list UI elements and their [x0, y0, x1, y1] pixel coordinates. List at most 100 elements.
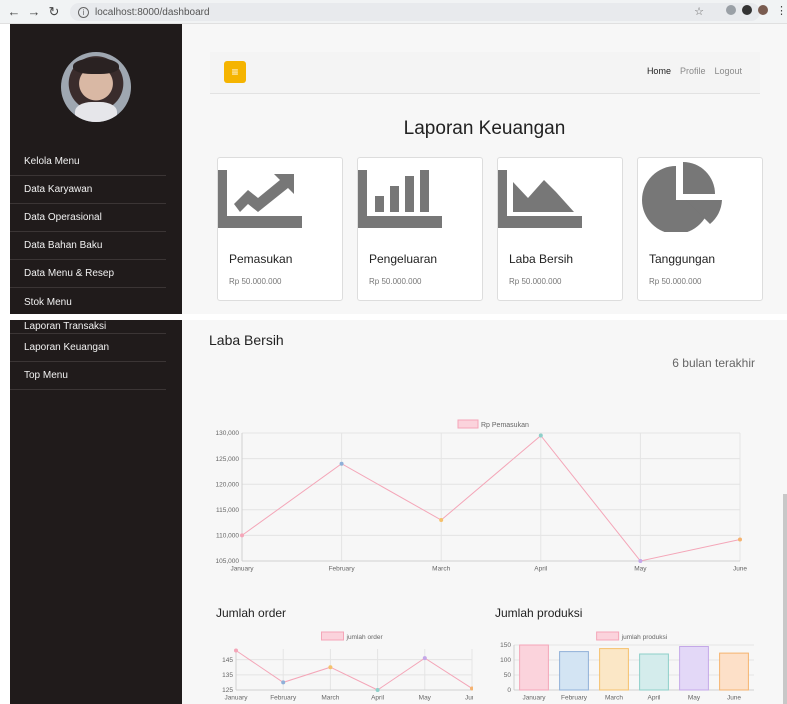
data-point [538, 433, 543, 438]
y-tick-label: 150 [500, 642, 511, 649]
x-tick-label: May [688, 695, 701, 702]
card-value: Rp 50.000.000 [509, 277, 562, 286]
bar [679, 646, 709, 691]
x-tick-label: May [419, 695, 432, 702]
screenshot: ← → ↻ i localhost:8000/dashboard ☆ ⋮ Kel… [0, 0, 787, 704]
url-text: localhost:8000/dashboard [95, 6, 210, 18]
sidebar-item-laporan-keuangan[interactable]: Laporan Keuangan [10, 334, 166, 362]
sidebar-menu-bottom: Laporan Transaksi Laporan Keuangan Top M… [10, 320, 182, 390]
data-point [738, 537, 742, 542]
x-tick-label: February [270, 695, 297, 702]
screenshot-gap [0, 314, 787, 320]
card-laba-bersih[interactable]: Laba Bersih Rp 50.000.000 [497, 157, 623, 301]
sidebar-item-laporan-transaksi[interactable]: Laporan Transaksi [10, 320, 166, 334]
sidebar-item-data-menu-resep[interactable]: Data Menu & Resep [10, 260, 166, 288]
sidebar-item-data-operasional[interactable]: Data Operasional [10, 204, 166, 232]
card-pemasukan[interactable]: Pemasukan Rp 50.000.000 [217, 157, 343, 301]
profile-avatar-icon[interactable] [758, 5, 768, 15]
main-content: ≡ Home Profile Logout Laporan Keuangan P… [182, 24, 787, 704]
x-tick-label: June [465, 695, 473, 702]
legend-label: Rp Pemasukan [481, 422, 529, 429]
nav-home-link[interactable]: Home [647, 66, 671, 76]
y-tick-label: 135 [222, 672, 233, 679]
legend-swatch [321, 631, 344, 641]
card-value: Rp 50.000.000 [369, 277, 422, 286]
sidebar-item-data-bahan-baku[interactable]: Data Bahan Baku [10, 232, 166, 260]
period-label: 6 bulan terakhir [672, 356, 755, 370]
y-tick-label: 145 [222, 657, 233, 664]
card-title: Tanggungan [649, 252, 716, 266]
x-tick-label: June [727, 695, 741, 702]
bar [559, 651, 589, 691]
avatar [61, 52, 131, 122]
x-tick-label: March [605, 695, 623, 702]
x-tick-label: April [534, 566, 548, 573]
bar [639, 653, 669, 691]
info-icon[interactable]: i [78, 6, 89, 18]
y-tick-label: 120,000 [216, 481, 240, 488]
browser-toolbar: ← → ↻ i localhost:8000/dashboard ☆ ⋮ [0, 0, 787, 24]
card-title: Pengeluaran [369, 252, 438, 266]
kebab-menu-icon[interactable]: ⋮ [776, 4, 787, 17]
x-tick-label: January [224, 695, 248, 702]
top-nav-links: Home Profile Logout [647, 66, 742, 76]
card-value: Rp 50.000.000 [229, 277, 282, 286]
data-point [339, 461, 344, 466]
sidebar-item-data-karyawan[interactable]: Data Karyawan [10, 176, 166, 204]
reload-icon[interactable]: ↻ [46, 4, 62, 20]
x-tick-label: February [561, 695, 588, 702]
nav-logout-link[interactable]: Logout [714, 66, 742, 76]
nav-profile-link[interactable]: Profile [680, 66, 706, 76]
bar [519, 644, 549, 691]
legend-label: jumlah order [346, 634, 384, 641]
x-tick-label: April [371, 695, 385, 702]
order-line-chart: jumlah order 125 135 145 January February Marc… [222, 631, 473, 702]
card-value: Rp 50.000.000 [649, 277, 702, 286]
sidebar-item-kelola-menu[interactable]: Kelola Menu [10, 148, 166, 176]
bookmark-star-icon[interactable]: ☆ [694, 5, 704, 18]
y-tick-label: 115,000 [216, 507, 239, 514]
line-chart-icon [218, 170, 302, 228]
legend-swatch [596, 631, 620, 641]
section-title-laba-bersih: Laba Bersih [209, 332, 284, 348]
x-tick-label: January [522, 695, 546, 702]
address-bar[interactable]: i localhost:8000/dashboard ☆ [70, 3, 760, 21]
forward-icon[interactable]: → [26, 4, 42, 20]
sidebar-menu-top: Kelola Menu Data Karyawan Data Operasion… [10, 148, 182, 316]
sidebar-item-stok-menu[interactable]: Stok Menu [10, 288, 166, 316]
series-line [241, 434, 741, 562]
card-title: Laba Bersih [509, 252, 574, 266]
puzzle-icon[interactable] [742, 5, 752, 15]
y-tick-label: 125 [222, 687, 233, 694]
extension-icon[interactable] [726, 5, 736, 15]
legend-label: jumlah produksi [621, 634, 668, 641]
hamburger-icon[interactable]: ≡ [224, 61, 246, 83]
data-point [439, 518, 444, 523]
y-tick-label: 110,000 [216, 533, 239, 540]
pie-chart-icon [642, 162, 722, 232]
legend-swatch [457, 419, 479, 429]
y-tick-label: 50 [504, 672, 512, 679]
x-tick-label: January [230, 566, 254, 573]
bar [599, 648, 629, 691]
y-tick-label: 0 [507, 687, 511, 694]
card-tanggungan[interactable]: Tanggungan Rp 50.000.000 [637, 157, 763, 301]
x-tick-label: March [321, 695, 339, 702]
card-pengeluaran[interactable]: Pengeluaran Rp 50.000.000 [357, 157, 483, 301]
section-title-jumlah-produksi: Jumlah produksi [495, 606, 583, 620]
bar-chart-icon [358, 170, 442, 228]
sidebar-item-top-menu[interactable]: Top Menu [10, 362, 166, 390]
page-title: Laporan Keuangan [403, 118, 566, 139]
scrollbar[interactable] [783, 494, 787, 704]
data-point [234, 648, 238, 653]
x-tick-label: March [432, 566, 450, 573]
data-point [328, 665, 333, 670]
x-tick-label: April [647, 695, 661, 702]
data-point [422, 656, 427, 661]
produksi-bar-chart: jumlah produksi 0 50 100 150 January February M… [500, 631, 754, 702]
back-icon[interactable]: ← [6, 4, 22, 20]
y-tick-label: 105,000 [216, 558, 240, 565]
data-point [240, 533, 244, 538]
y-tick-label: 100 [500, 657, 511, 664]
top-navbar: ≡ Home Profile Logout [210, 52, 760, 94]
